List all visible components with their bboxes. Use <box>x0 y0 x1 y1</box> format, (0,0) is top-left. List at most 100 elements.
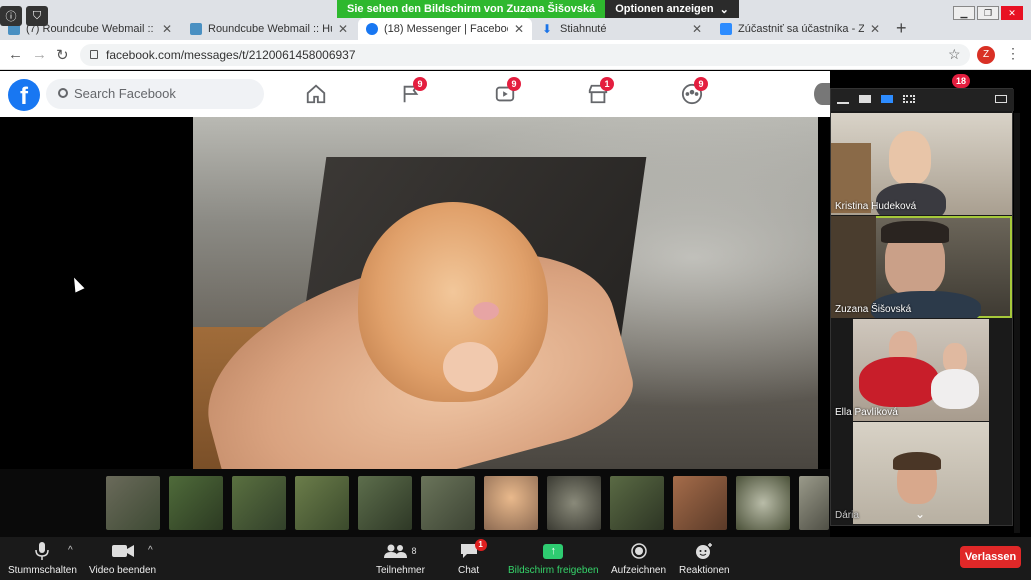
reactions-label: Reaktionen <box>679 565 730 576</box>
view-options-label: Optionen anzeigen <box>615 3 714 15</box>
info-icon[interactable]: ⓘ <box>0 6 22 26</box>
participants-button[interactable]: 8 Teilnehmer <box>376 541 425 576</box>
roundcube-favicon-icon <box>190 23 202 35</box>
url-field[interactable]: facebook.com/messages/t/2120061458006937 <box>80 44 970 66</box>
nav-watch[interactable]: 9 <box>494 77 521 105</box>
bookshelf <box>831 216 876 318</box>
reactions-button[interactable]: Reaktionen <box>679 541 730 576</box>
single-view-icon[interactable] <box>859 95 871 103</box>
forward-arrow-icon[interactable]: → <box>32 46 47 63</box>
chevron-up-icon[interactable]: ^ <box>68 545 73 556</box>
microphone-icon <box>35 541 50 561</box>
chat-icon: 1 <box>460 539 487 561</box>
nav-marketplace[interactable]: 1 <box>587 77 614 105</box>
minimize-button[interactable]: ▁ <box>953 6 975 20</box>
share-screen-button[interactable]: ↑ Bildschirm freigeben <box>508 541 599 576</box>
nav-pages[interactable]: 9 <box>400 77 427 105</box>
more-menu-icon[interactable]: ⋮ <box>1006 45 1020 62</box>
profile-avatar[interactable]: Z <box>977 46 995 64</box>
thumbnail[interactable] <box>169 476 223 530</box>
new-tab-button[interactable]: + <box>896 18 907 39</box>
participant-tile[interactable]: Ella Pavlíková <box>831 319 1012 421</box>
kitten-paw <box>443 342 498 392</box>
participants-gallery: Kristina Hudeková Zuzana Šišovská Ella P… <box>830 88 1014 526</box>
close-icon[interactable]: ✕ <box>870 22 880 36</box>
thumbnail[interactable] <box>358 476 412 530</box>
lock-icon[interactable] <box>90 50 98 59</box>
thumbnail[interactable] <box>295 476 349 530</box>
zoom-meeting-toolbar: Stummschalten ^ Video beenden ^ 8 Teilne… <box>0 537 1031 580</box>
thumbnail[interactable] <box>799 476 829 530</box>
close-window-button[interactable]: ✕ <box>1001 6 1023 20</box>
thumbnail[interactable] <box>673 476 727 530</box>
record-button[interactable]: Aufzeichnen <box>611 541 666 576</box>
tab-messenger[interactable]: (18) Messenger | Facebook ✕ <box>358 18 532 40</box>
participant-tile-active[interactable]: Zuzana Šišovská <box>831 216 1012 318</box>
facebook-logo[interactable]: f <box>8 79 40 111</box>
notifications-badge[interactable]: 18 <box>952 74 970 88</box>
close-icon[interactable]: ✕ <box>514 22 524 36</box>
download-icon: ⬇ <box>542 22 553 36</box>
back-arrow-icon[interactable]: ← <box>8 46 23 63</box>
notification-badge: 9 <box>694 77 708 91</box>
view-options-button[interactable]: Optionen anzeigen ⌄ <box>605 0 739 18</box>
exit-fullscreen-icon[interactable] <box>995 95 1007 103</box>
thumbnail[interactable] <box>421 476 475 530</box>
participant-name: Kristina Hudeková <box>835 201 917 212</box>
chat-label: Chat <box>458 565 480 576</box>
participant-name: Dária <box>835 510 859 521</box>
notification-badge: 1 <box>600 77 614 91</box>
thumbnail[interactable] <box>484 476 538 530</box>
bookmark-star-icon[interactable]: ☆ <box>948 46 961 63</box>
screen-share-banner: Sie sehen den Bildschirm von Zuzana Šišo… <box>337 0 739 18</box>
chevron-up-icon[interactable]: ^ <box>148 545 153 556</box>
tab-title: (18) Messenger | Facebook <box>384 23 508 35</box>
minimize-icon[interactable] <box>837 102 849 104</box>
restore-button[interactable]: ❐ <box>977 6 999 20</box>
participant-tile[interactable]: Kristina Hudeková <box>831 113 1012 215</box>
video-letterbox-left <box>0 117 193 469</box>
home-icon <box>306 84 326 104</box>
share-screen-icon: ↑ <box>543 541 564 561</box>
tab-downloads[interactable]: ⬇ Stiahnuté ✕ <box>534 18 710 40</box>
nav-groups[interactable]: 9 <box>681 77 708 105</box>
facebook-search-input[interactable]: Search Facebook <box>46 79 264 109</box>
thumbnail[interactable] <box>232 476 286 530</box>
shared-video <box>193 117 818 469</box>
facebook-header: f Search Facebook 9 9 1 9 <box>0 71 830 117</box>
leave-meeting-button[interactable]: Verlassen <box>960 546 1021 568</box>
video-camera-icon <box>111 541 134 561</box>
strip-view-icon[interactable] <box>881 95 893 103</box>
grid-view-icon[interactable] <box>903 95 915 103</box>
record-label: Aufzeichnen <box>611 565 667 576</box>
reload-icon[interactable]: ↻ <box>56 46 69 64</box>
thumbnail[interactable] <box>547 476 601 530</box>
close-icon[interactable]: ✕ <box>692 22 702 36</box>
participants-count: 8 <box>411 546 417 556</box>
mute-label: Stummschalten <box>8 565 77 576</box>
nav-home[interactable] <box>305 83 329 105</box>
shield-icon[interactable]: ⛉ <box>26 6 48 26</box>
participants-label: Teilnehmer <box>376 565 425 576</box>
photo-thumbnail-strip <box>0 469 830 537</box>
search-icon <box>58 88 68 98</box>
gallery-scrollbar[interactable] <box>1014 113 1020 533</box>
close-icon[interactable]: ✕ <box>338 22 348 36</box>
chevron-down-icon[interactable]: ⌄ <box>915 507 925 521</box>
tab-title: Stiahnuté <box>560 23 607 35</box>
chat-button[interactable]: 1 Chat <box>458 539 487 576</box>
kitten-nose <box>473 302 499 320</box>
thumbnail[interactable] <box>106 476 160 530</box>
stop-video-button[interactable]: Video beenden <box>89 541 156 576</box>
address-bar-row: ← → ↻ facebook.com/messages/t/2120061458… <box>0 40 1031 70</box>
thumbnail[interactable] <box>610 476 664 530</box>
thumbnail[interactable] <box>736 476 790 530</box>
mute-button[interactable]: Stummschalten <box>8 541 77 576</box>
tab-roundcube-2[interactable]: Roundcube Webmail :: Hur_vo ✕ <box>182 18 356 40</box>
close-icon[interactable]: ✕ <box>162 22 172 36</box>
user-avatar[interactable] <box>814 83 830 105</box>
tab-zoom[interactable]: Zúčastniť sa účastníka - Zoom ✕ <box>712 18 888 40</box>
participant-body <box>931 369 979 409</box>
zoom-favicon-icon <box>720 23 732 35</box>
video-letterbox-right <box>818 117 830 469</box>
